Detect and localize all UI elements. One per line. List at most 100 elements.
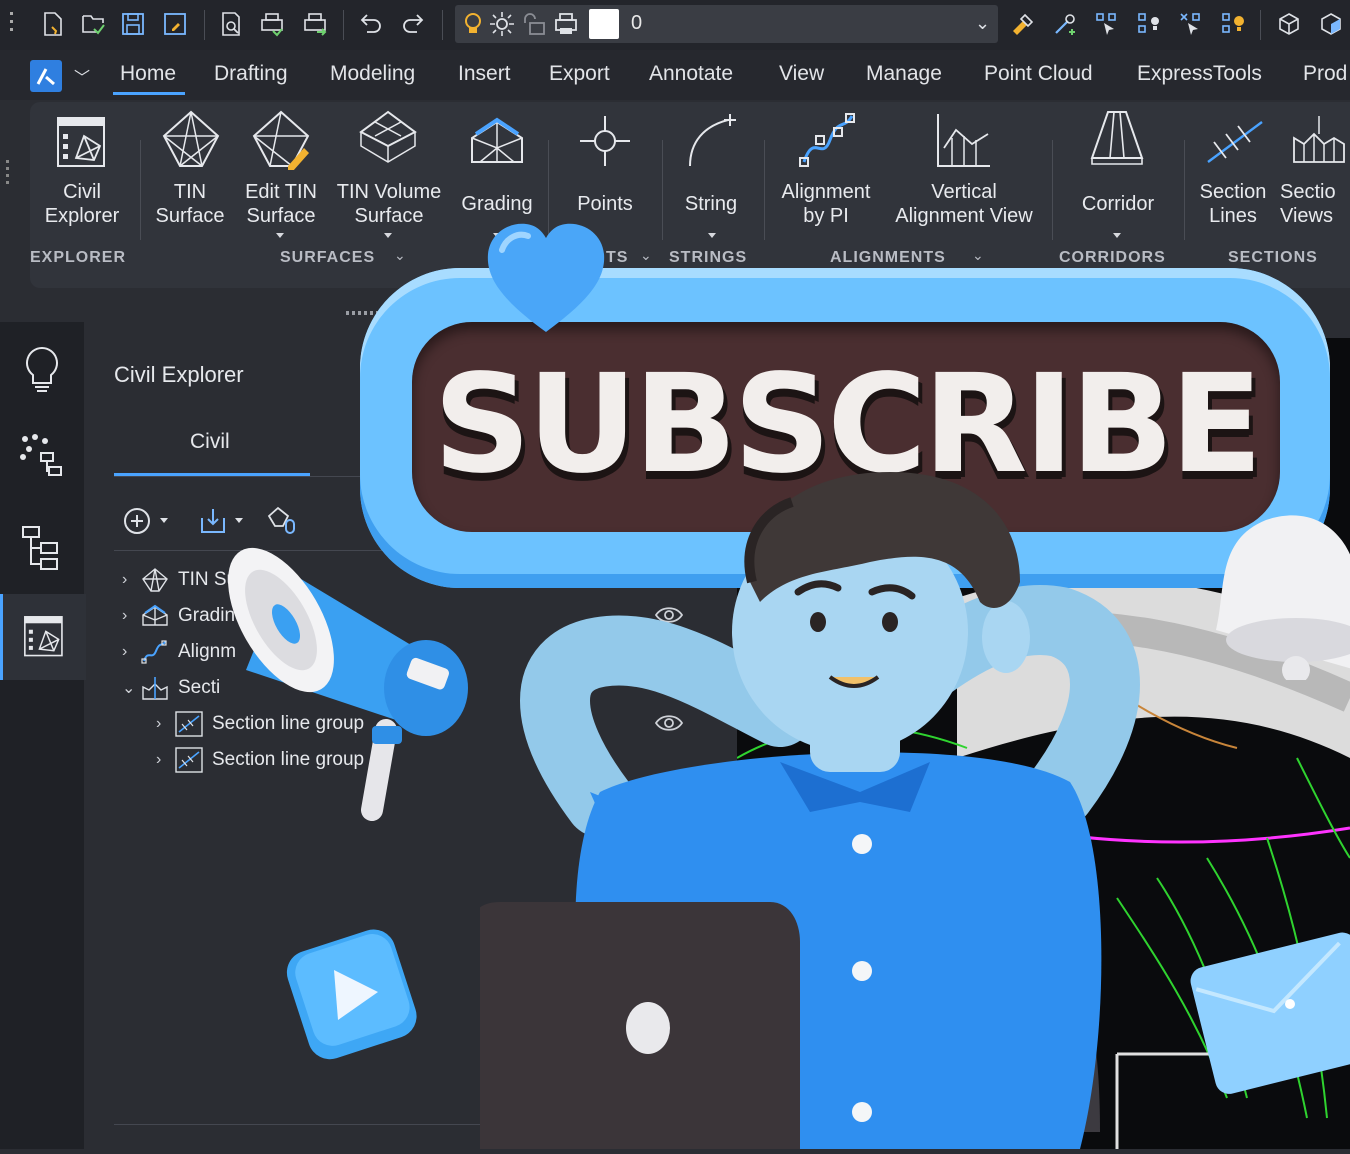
- tab-home[interactable]: Home: [120, 62, 176, 86]
- layer-color-swatch[interactable]: [589, 9, 619, 39]
- section-line-group-icon: [175, 711, 203, 737]
- chevron-right-icon[interactable]: ›: [156, 715, 174, 733]
- grading-label[interactable]: Grading: [452, 192, 542, 216]
- tin-surface-label[interactable]: TIN Surface: [148, 180, 232, 228]
- tab-modeling[interactable]: Modeling: [330, 62, 415, 86]
- chevron-right-icon[interactable]: ›: [122, 643, 140, 661]
- megaphone-icon: [226, 530, 486, 835]
- tab-prod[interactable]: Prod: [1303, 62, 1347, 86]
- app-logo-icon[interactable]: [30, 60, 62, 92]
- layer-lock-icon[interactable]: [521, 11, 547, 42]
- vertical-alignment-view-label[interactable]: Vertical Alignment View: [882, 180, 1046, 228]
- civil-explorer-dock-icon[interactable]: [0, 594, 87, 680]
- tin-volume-surface-label[interactable]: TIN Volume Surface: [330, 180, 448, 228]
- point-tree-icon[interactable]: [0, 412, 84, 498]
- match-properties-icon[interactable]: [1008, 8, 1038, 40]
- section-views-icon[interactable]: [1288, 112, 1350, 174]
- civil-explorer-label[interactable]: Civil Explorer: [30, 180, 134, 228]
- tab-insert[interactable]: Insert: [458, 62, 511, 86]
- string-label[interactable]: String: [666, 192, 756, 216]
- tab-export[interactable]: Export: [549, 62, 610, 86]
- layer-dropdown[interactable]: 0 ⌄: [455, 5, 998, 43]
- alignment-by-pi-icon[interactable]: [796, 110, 858, 172]
- tin-volume-surface-icon[interactable]: [357, 108, 419, 170]
- select-filter-icon[interactable]: [1176, 8, 1206, 40]
- box-blue-icon[interactable]: [1316, 8, 1346, 40]
- tab-expresstools[interactable]: ExpressTools: [1137, 62, 1262, 86]
- vertical-alignment-view-icon[interactable]: [932, 110, 994, 172]
- layer-print-icon[interactable]: [553, 11, 579, 42]
- new-file-icon[interactable]: [38, 8, 68, 40]
- layer-sun-icon[interactable]: [489, 11, 515, 42]
- tab-point-cloud[interactable]: Point Cloud: [984, 62, 1093, 86]
- tab-civil[interactable]: Civil: [190, 430, 230, 454]
- corridor-dropdown-icon[interactable]: [1113, 233, 1121, 238]
- edit-tin-surface-icon[interactable]: [250, 108, 312, 171]
- toolbar-grip[interactable]: [10, 12, 14, 36]
- tree-item-alignments[interactable]: › Alignm: [122, 636, 236, 668]
- undo-icon[interactable]: [356, 8, 386, 40]
- tree-item-sections[interactable]: ⌄ Secti: [122, 672, 220, 704]
- chevron-right-icon[interactable]: ›: [122, 571, 140, 589]
- publish-icon[interactable]: [300, 8, 330, 40]
- menu-bar: ﹀ Home Drafting Modeling Insert Export A…: [0, 50, 1350, 100]
- group-explorer: EXPLORER: [30, 249, 127, 266]
- layer-bulb-icon[interactable]: [461, 11, 485, 42]
- alignment-by-pi-label[interactable]: Alignment by PI: [770, 180, 882, 228]
- section-lines-label[interactable]: Section Lines: [1190, 180, 1276, 228]
- tree-item-gradings[interactable]: › Gradin: [122, 600, 235, 632]
- alignments-expand-icon[interactable]: ⌄: [972, 247, 984, 264]
- app-menu-chevron-icon[interactable]: ﹀: [74, 64, 90, 88]
- points-label[interactable]: Points: [560, 192, 650, 216]
- tab-drafting[interactable]: Drafting: [214, 62, 288, 86]
- lightbulb-icon[interactable]: [0, 326, 84, 412]
- tab-view[interactable]: View: [779, 62, 824, 86]
- pick-select-icon[interactable]: [1050, 8, 1080, 40]
- alignment-tree-icon: [141, 640, 167, 664]
- combo-chevron-icon[interactable]: ⌄: [975, 13, 990, 34]
- chevron-down-icon[interactable]: ⌄: [122, 678, 140, 698]
- section-lines-icon[interactable]: [1204, 112, 1266, 174]
- section-line-group-icon: [175, 747, 203, 773]
- redo-icon[interactable]: [398, 8, 428, 40]
- civil-explorer-icon[interactable]: [52, 112, 114, 174]
- heart-icon: [482, 220, 610, 341]
- ribbon-grip[interactable]: [6, 160, 10, 190]
- section-views-label[interactable]: Sectio Views: [1280, 180, 1350, 228]
- edit-tin-surface-label[interactable]: Edit TIN Surface: [236, 180, 326, 228]
- print-preview-icon[interactable]: [216, 8, 246, 40]
- points-icon[interactable]: [574, 110, 636, 172]
- tab-annotate[interactable]: Annotate: [649, 62, 733, 86]
- tin-volume-dropdown-icon[interactable]: [384, 233, 392, 238]
- save-icon[interactable]: [118, 8, 148, 40]
- tin-surface-icon[interactable]: [160, 108, 222, 170]
- group-corridors: CORRIDORS: [1059, 249, 1166, 266]
- plot-icon[interactable]: [257, 8, 287, 40]
- add-dropdown-icon[interactable]: [160, 518, 168, 523]
- box-icon[interactable]: [1274, 8, 1304, 40]
- add-icon[interactable]: [122, 506, 152, 541]
- chevron-right-icon[interactable]: ›: [122, 607, 140, 625]
- panel-splitter[interactable]: [346, 311, 378, 315]
- save-as-icon[interactable]: [160, 8, 190, 40]
- points-expand-icon[interactable]: ⌄: [640, 247, 652, 264]
- corridor-icon[interactable]: [1086, 108, 1148, 170]
- import-dropdown-icon[interactable]: [235, 518, 243, 523]
- chevron-right-icon[interactable]: ›: [156, 751, 174, 769]
- edit-tin-dropdown-icon[interactable]: [276, 233, 284, 238]
- import-icon[interactable]: [198, 506, 228, 541]
- open-file-icon[interactable]: [78, 8, 108, 40]
- tree-item-label: Secti: [178, 677, 221, 698]
- group-alignments: ALIGNMENTS: [830, 249, 946, 266]
- corridor-label[interactable]: Corridor: [1064, 192, 1172, 216]
- quick-select-icon[interactable]: [1134, 8, 1164, 40]
- grading-icon[interactable]: [466, 112, 528, 174]
- select-similar-icon[interactable]: [1092, 8, 1122, 40]
- select-bulb-icon[interactable]: [1218, 8, 1248, 40]
- structure-tree-icon[interactable]: [0, 504, 84, 590]
- tab-manage[interactable]: Manage: [866, 62, 942, 86]
- tin-surface-tree-icon: [142, 568, 168, 592]
- string-icon[interactable]: [680, 110, 742, 172]
- string-dropdown-icon[interactable]: [708, 233, 716, 238]
- surfaces-expand-icon[interactable]: ⌄: [394, 247, 406, 264]
